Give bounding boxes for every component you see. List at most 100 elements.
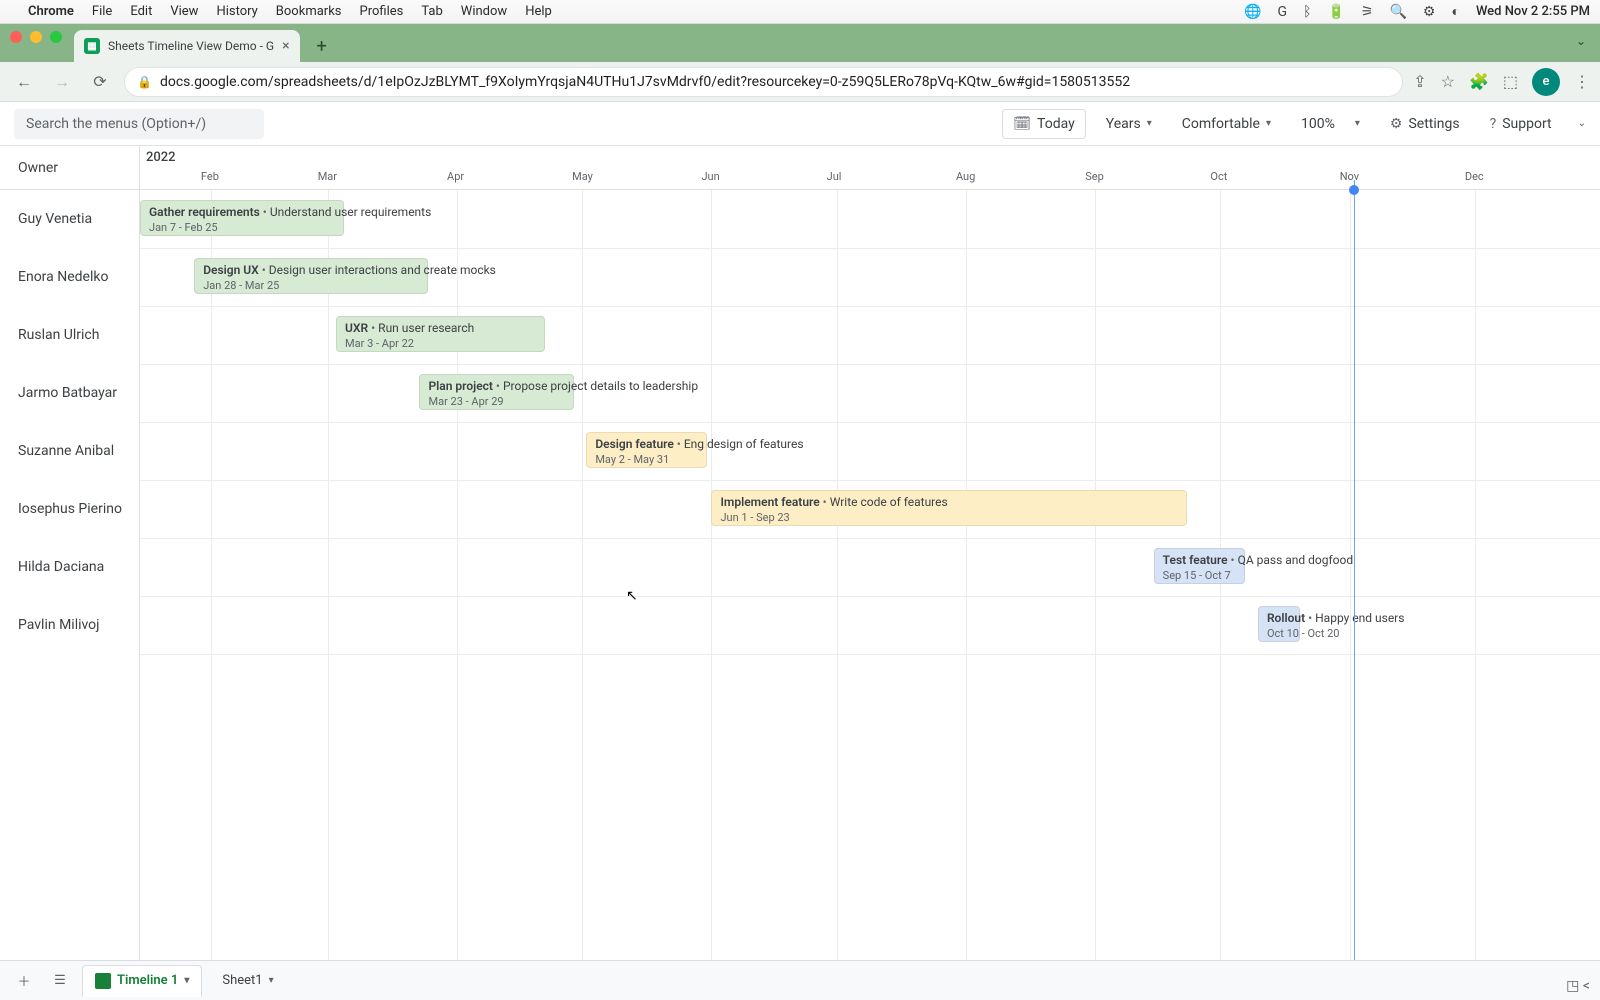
grid-hline bbox=[140, 480, 1600, 481]
mac-clock[interactable]: Wed Nov 2 2:55 PM bbox=[1476, 4, 1590, 19]
siri-icon[interactable]: ◐ bbox=[1451, 3, 1459, 20]
mac-app-name[interactable]: Chrome bbox=[28, 4, 74, 19]
task-bar[interactable]: Design feature • Eng design of featuresM… bbox=[586, 432, 707, 468]
task-bar[interactable]: Rollout • Happy end usersOct 10 - Oct 20 bbox=[1258, 606, 1300, 642]
explore-button[interactable]: ◳ < bbox=[1566, 978, 1590, 994]
timeline-grid[interactable]: 2022 FebMarAprMayJunJulAugSepOctNovDec G… bbox=[140, 146, 1600, 960]
incognito-icon[interactable]: ⬚ bbox=[1503, 72, 1518, 91]
task-sep: • bbox=[1305, 611, 1315, 625]
chevron-down-icon[interactable]: ▾ bbox=[184, 975, 189, 986]
bluetooth-icon[interactable]: ᛒ bbox=[1303, 4, 1311, 20]
timeline-view[interactable]: Owner Guy VenetiaEnora NedelkoRuslan Ulr… bbox=[0, 146, 1600, 960]
tab-close-icon[interactable]: × bbox=[282, 38, 289, 54]
task-bar[interactable]: Gather requirements • Understand user re… bbox=[140, 200, 344, 236]
mac-menu-bookmarks[interactable]: Bookmarks bbox=[276, 4, 342, 19]
battery-icon[interactable]: 🔋 bbox=[1327, 4, 1344, 20]
grid-hline bbox=[140, 538, 1600, 539]
mac-menu-window[interactable]: Window bbox=[461, 4, 507, 19]
months-row: 2022 FebMarAprMayJunJulAugSepOctNovDec bbox=[140, 146, 1600, 190]
today-label: Today bbox=[1037, 116, 1075, 132]
chevron-down-icon: ▾ bbox=[1147, 118, 1152, 129]
sheet-tabs-bar: ＋ ☰ Timeline 1 ▾ Sheet1 ▾ ◳ < bbox=[0, 960, 1600, 1000]
density-label: Comfortable bbox=[1182, 116, 1260, 132]
task-desc: Design user interactions and create mock… bbox=[269, 263, 496, 277]
chrome-menu-icon[interactable]: ⋮ bbox=[1574, 72, 1590, 91]
chevron-down-icon[interactable]: ▾ bbox=[269, 975, 274, 986]
mac-menu-profiles[interactable]: Profiles bbox=[360, 4, 404, 19]
tab-sheet1[interactable]: Sheet1 ▾ bbox=[210, 965, 285, 997]
month-label: Aug bbox=[956, 170, 975, 183]
grid-hline bbox=[140, 422, 1600, 423]
task-bar[interactable]: Test feature • QA pass and dogfoodSep 15… bbox=[1154, 548, 1246, 584]
owner-name: Iosephus Pierino bbox=[18, 501, 122, 517]
control-center-icon[interactable]: ⚙ bbox=[1423, 4, 1436, 20]
task-bar[interactable]: Implement feature • Write code of featur… bbox=[711, 490, 1187, 526]
mac-menu-history[interactable]: History bbox=[216, 4, 257, 19]
mac-menu-help[interactable]: Help bbox=[525, 4, 552, 19]
menu-search-placeholder: Search the menus (Option+/) bbox=[26, 116, 206, 132]
mouse-cursor-icon: ↖ bbox=[626, 588, 638, 604]
task-bar[interactable]: Design UX • Design user interactions and… bbox=[194, 258, 428, 294]
mac-menu-file[interactable]: File bbox=[92, 4, 112, 19]
grid-hline bbox=[140, 654, 1600, 655]
mac-menu-view[interactable]: View bbox=[170, 4, 198, 19]
settings-label: Settings bbox=[1408, 116, 1459, 132]
owner-name: Suzanne Anibal bbox=[18, 443, 114, 459]
menu-search-input[interactable]: Search the menus (Option+/) bbox=[14, 109, 264, 139]
address-bar[interactable]: 🔒 docs.google.com/spreadsheets/d/1eIpOzJ… bbox=[124, 67, 1403, 97]
profile-avatar[interactable]: e bbox=[1532, 68, 1560, 96]
zoom-label: 100% bbox=[1301, 116, 1335, 132]
lock-icon: 🔒 bbox=[137, 75, 152, 89]
window-close-button[interactable] bbox=[10, 31, 22, 43]
support-button[interactable]: ? Support bbox=[1480, 109, 1562, 139]
month-label: Mar bbox=[318, 170, 337, 183]
window-zoom-button[interactable] bbox=[50, 31, 62, 43]
task-bar[interactable]: UXR • Run user researchMar 3 - Apr 22 bbox=[336, 316, 545, 352]
grid-hline bbox=[140, 364, 1600, 365]
task-dates: Sep 15 - Oct 7 bbox=[1163, 569, 1237, 582]
owner-name: Jarmo Batbayar bbox=[18, 385, 117, 401]
settings-button[interactable]: ⚙ Settings bbox=[1380, 109, 1470, 139]
density-dropdown[interactable]: Comfortable ▾ bbox=[1172, 109, 1281, 139]
task-dates: Jun 1 - Sep 23 bbox=[720, 511, 1178, 524]
bookmark-star-icon[interactable]: ☆ bbox=[1441, 72, 1455, 91]
globe-icon[interactable]: 🌐 bbox=[1244, 4, 1261, 20]
nav-reload-button[interactable]: ⟳ bbox=[86, 68, 114, 96]
gear-icon: ⚙ bbox=[1390, 116, 1403, 132]
share-icon[interactable]: ⇪ bbox=[1413, 72, 1426, 91]
extensions-icon[interactable]: 🧩 bbox=[1469, 72, 1489, 91]
task-title: Test feature bbox=[1163, 553, 1228, 567]
chrome-tab-strip: ▦ Sheets Timeline View Demo - G × + ⌄ bbox=[0, 24, 1600, 62]
wifi-icon[interactable]: ⚞ bbox=[1361, 4, 1374, 20]
task-sep: • bbox=[259, 263, 269, 277]
task-bar[interactable]: Plan project • Propose project details t… bbox=[419, 374, 573, 410]
task-sep: • bbox=[674, 437, 684, 451]
owner-header: Owner bbox=[0, 146, 139, 190]
spotlight-icon[interactable]: 🔍 bbox=[1389, 4, 1406, 20]
toolbar-overflow-icon[interactable]: ⌄ bbox=[1578, 118, 1586, 129]
month-label: Jun bbox=[701, 170, 719, 183]
new-tab-button[interactable]: + bbox=[308, 32, 336, 60]
add-sheet-button[interactable]: ＋ bbox=[10, 967, 38, 995]
scale-dropdown[interactable]: Years ▾ bbox=[1096, 109, 1162, 139]
google-status-icon[interactable]: G bbox=[1278, 4, 1288, 20]
nav-forward-button[interactable]: → bbox=[48, 68, 76, 96]
tabs-overflow-caret-icon[interactable]: ⌄ bbox=[1576, 34, 1586, 48]
today-marker-icon bbox=[1349, 185, 1359, 195]
all-sheets-button[interactable]: ☰ bbox=[46, 967, 74, 995]
tab-sheet1-label: Sheet1 bbox=[222, 973, 262, 988]
task-title: Rollout bbox=[1267, 611, 1305, 625]
calendar-icon: 🗓 bbox=[1013, 116, 1031, 132]
mac-menu-edit[interactable]: Edit bbox=[130, 4, 152, 19]
task-sep: • bbox=[1228, 553, 1238, 567]
today-button[interactable]: 🗓 Today bbox=[1002, 109, 1085, 139]
month-label: Nov bbox=[1340, 170, 1359, 183]
mac-menu-tab[interactable]: Tab bbox=[421, 4, 442, 19]
window-minimize-button[interactable] bbox=[30, 31, 42, 43]
zoom-dropdown[interactable]: 100% ▾ bbox=[1291, 109, 1370, 139]
tab-timeline-1[interactable]: Timeline 1 ▾ bbox=[82, 965, 202, 997]
nav-back-button[interactable]: ← bbox=[10, 68, 38, 96]
task-dates: Jan 7 - Feb 25 bbox=[149, 221, 335, 234]
browser-tab-active[interactable]: ▦ Sheets Timeline View Demo - G × bbox=[74, 30, 300, 62]
month-label: May bbox=[572, 170, 593, 183]
